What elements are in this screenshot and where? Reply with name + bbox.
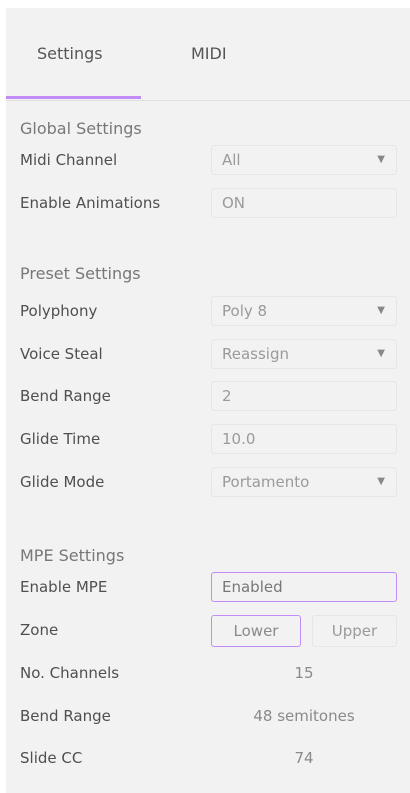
zone-upper-button[interactable]: Upper: [312, 615, 397, 647]
channels-row: No. Channels 15: [20, 658, 400, 688]
mpe-settings-title: MPE Settings: [20, 546, 125, 565]
voice-steal-row: Voice Steal Reassign ▼: [20, 339, 400, 369]
glide-time-label: Glide Time: [20, 430, 101, 448]
tab-settings[interactable]: Settings: [37, 44, 103, 63]
bend-range-input[interactable]: 2: [211, 381, 397, 411]
caret-down-icon: ▼: [377, 476, 385, 487]
zone-row: Zone Lower Upper: [20, 615, 400, 647]
mpe-bend-range-label: Bend Range: [20, 707, 111, 725]
glide-mode-select[interactable]: Portamento ▼: [211, 467, 397, 497]
slide-cc-value[interactable]: 74: [211, 749, 397, 767]
enable-animations-value: ON: [222, 194, 246, 212]
enable-animations-row: Enable Animations ON: [20, 188, 400, 218]
polyphony-value: Poly 8: [222, 302, 268, 320]
active-tab-indicator: [6, 96, 141, 99]
enable-animations-label: Enable Animations: [20, 194, 161, 212]
polyphony-select[interactable]: Poly 8 ▼: [211, 296, 397, 326]
glide-time-value: 10.0: [222, 430, 256, 448]
slide-cc-label: Slide CC: [20, 749, 83, 767]
glide-time-input[interactable]: 10.0: [211, 424, 397, 454]
midi-channel-label: Midi Channel: [20, 151, 118, 169]
voice-steal-select[interactable]: Reassign ▼: [211, 339, 397, 369]
tab-midi[interactable]: MIDI: [191, 44, 227, 63]
bend-range-value: 2: [222, 387, 232, 405]
preset-settings-title: Preset Settings: [20, 264, 141, 283]
enable-animations-toggle[interactable]: ON: [211, 188, 397, 218]
mpe-bend-range-value[interactable]: 48 semitones: [211, 707, 397, 725]
enable-mpe-value: Enabled: [222, 578, 283, 596]
polyphony-label: Polyphony: [20, 302, 98, 320]
caret-down-icon: ▼: [377, 348, 385, 359]
midi-channel-row: Midi Channel All ▼: [20, 145, 400, 175]
midi-channel-select[interactable]: All ▼: [211, 145, 397, 175]
voice-steal-label: Voice Steal: [20, 345, 103, 363]
channels-value[interactable]: 15: [211, 664, 397, 682]
enable-mpe-row: Enable MPE Enabled: [20, 572, 400, 602]
glide-mode-row: Glide Mode Portamento ▼: [20, 467, 400, 497]
midi-channel-value: All: [222, 151, 241, 169]
bend-range-label: Bend Range: [20, 387, 111, 405]
zone-lower-button[interactable]: Lower: [211, 615, 301, 647]
global-settings-title: Global Settings: [20, 119, 142, 138]
enable-mpe-toggle[interactable]: Enabled: [211, 572, 397, 602]
bend-range-row: Bend Range 2: [20, 381, 400, 411]
caret-down-icon: ▼: [377, 154, 385, 165]
glide-time-row: Glide Time 10.0: [20, 424, 400, 454]
polyphony-row: Polyphony Poly 8 ▼: [20, 296, 400, 326]
channels-label: No. Channels: [20, 664, 120, 682]
slide-cc-row: Slide CC 74: [20, 743, 400, 773]
zone-label: Zone: [20, 621, 59, 639]
voice-steal-value: Reassign: [222, 345, 289, 363]
glide-mode-value: Portamento: [222, 473, 310, 491]
tab-bar: Settings MIDI: [6, 8, 410, 101]
caret-down-icon: ▼: [377, 305, 385, 316]
settings-panel: Settings MIDI Global Settings Midi Chann…: [6, 8, 410, 793]
enable-mpe-label: Enable MPE: [20, 578, 108, 596]
glide-mode-label: Glide Mode: [20, 473, 105, 491]
mpe-bend-range-row: Bend Range 48 semitones: [20, 701, 400, 731]
